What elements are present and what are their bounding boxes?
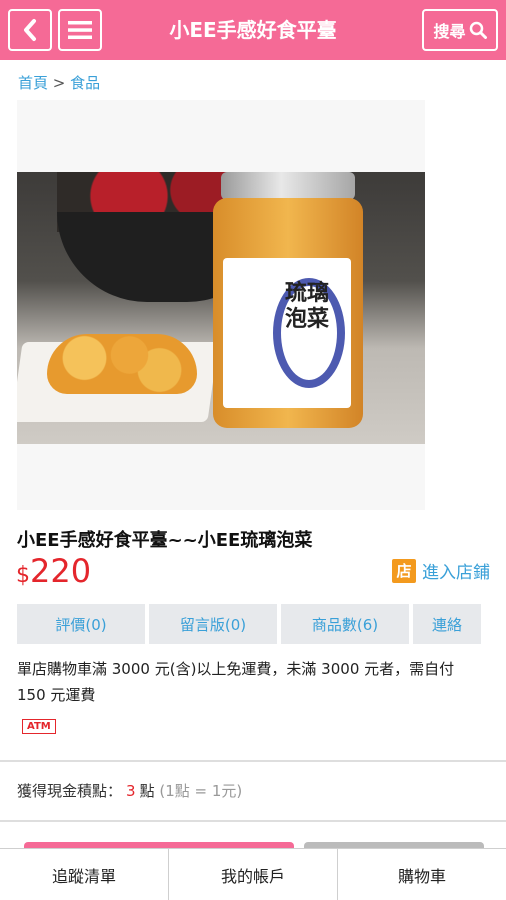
top-bar: 小EE手感好食平臺 搜尋 xyxy=(0,0,506,60)
search-button-label: 搜尋 xyxy=(433,22,466,41)
points-unit: 點 xyxy=(139,782,155,800)
search-button[interactable]: 搜尋 xyxy=(422,9,498,51)
points-note: (1點 = 1元) xyxy=(159,782,243,800)
app-title: 小EE手感好食平臺 xyxy=(169,18,337,42)
cash-points: 獲得現金積點： 3 點 (1點 = 1元) xyxy=(17,780,242,801)
tab-contact[interactable]: 連絡 xyxy=(413,604,481,644)
shop-icon: 店 xyxy=(392,558,416,583)
photo-kimchi xyxy=(47,334,197,394)
back-button[interactable] xyxy=(8,9,52,51)
jar-lid xyxy=(221,172,355,200)
breadcrumb-home-link[interactable]: 首頁 xyxy=(18,74,48,92)
divider xyxy=(0,820,506,822)
breadcrumb-separator: > xyxy=(52,74,66,92)
nav-my-account[interactable]: 我的帳戶 xyxy=(169,849,338,900)
nav-cart[interactable]: 購物車 xyxy=(338,849,506,900)
tab-message-board[interactable]: 留言版(0) xyxy=(149,604,277,644)
product-title: 小EE手感好食平臺~~小EE琉璃泡菜 xyxy=(17,530,313,551)
shipping-info: 單店購物車滿 3000 元(含)以上免運費，未滿 3000 元者，需自付 150… xyxy=(17,660,455,704)
jar-label-text: 琉璃泡菜 xyxy=(285,280,330,332)
menu-button[interactable] xyxy=(58,9,102,51)
tab-product-count[interactable]: 商品數(6) xyxy=(281,604,409,644)
hamburger-icon xyxy=(68,21,92,39)
product-image[interactable]: 琉璃泡菜 xyxy=(17,100,425,510)
tab-reviews[interactable]: 評價(0) xyxy=(17,604,145,644)
nav-tracking-list[interactable]: 追蹤清單 xyxy=(0,849,169,900)
photo-jar: 琉璃泡菜 xyxy=(213,172,363,428)
enter-shop-label: 進入店鋪 xyxy=(422,563,490,583)
price-currency: $ xyxy=(16,563,30,588)
points-value: 3 xyxy=(126,782,136,800)
jar-label: 琉璃泡菜 xyxy=(223,258,351,408)
price-value: 220 xyxy=(30,552,92,590)
jar-body: 琉璃泡菜 xyxy=(213,198,363,428)
product-tabs: 評價(0) 留言版(0) 商品數(6) 連絡 xyxy=(17,604,481,644)
points-prefix: 獲得現金積點： xyxy=(17,782,123,800)
enter-shop-link[interactable]: 店 進入店鋪 xyxy=(392,558,490,583)
breadcrumb-category-link[interactable]: 食品 xyxy=(70,74,100,92)
divider xyxy=(0,760,506,762)
product-photo: 琉璃泡菜 xyxy=(17,172,425,444)
chevron-left-icon xyxy=(24,19,36,41)
bottom-nav: 追蹤清單 我的帳戶 購物車 xyxy=(0,848,506,900)
product-price: $220 xyxy=(16,552,91,590)
atm-payment-badge: ATM xyxy=(22,719,56,734)
breadcrumb: 首頁 > 食品 xyxy=(18,72,100,93)
search-icon xyxy=(469,21,487,39)
